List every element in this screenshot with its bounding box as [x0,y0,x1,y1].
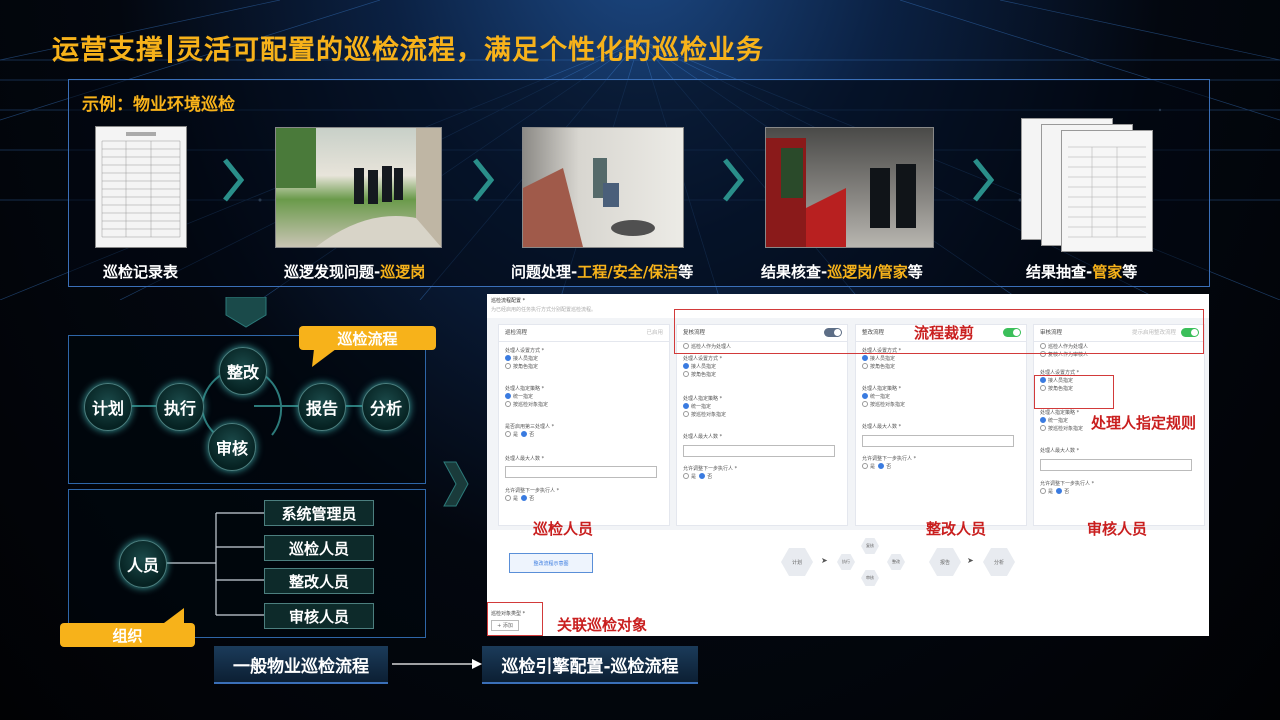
rectify-flow-card: 整改流程 处理人设置方式 * 接人员指定 按角色指定 处理人指定策略 * 统一指定 按巡… [855,324,1027,526]
flow-callout: 巡检流程 [299,326,436,350]
step-caption-1: 巡检记录表 [103,263,179,281]
record-sheet-image [95,126,187,248]
example-label: 示例：物业环境巡检 [82,95,235,115]
inspection-flow-card: 巡检流程 已启用 处理人设置方式 * 接人员指定 按角色指定 处理人指定策略 * 统一指… [498,324,670,526]
annotation-rule: 处理人指定规则 [1091,412,1197,433]
sample-check-sheets [1021,118,1156,254]
flow-node-execute: 执行 [156,383,204,431]
chevron-right-icon [723,158,744,202]
annotation-rectifier: 整改人员 [926,520,987,538]
role-inspector: 巡检人员 [264,535,374,561]
engine-config-button: 巡检引擎配置-巡检流程 [482,646,698,684]
flow-node-analyze: 分析 [362,383,410,431]
recheck-flow-card: 复核流程 巡检人作为处理人 处理人设置方式 * 接人员指定 按角色指定 处理人指定策… [676,324,848,526]
general-process-button: 一般物业巡检流程 [214,646,388,684]
annotation-auditor: 审核人员 [1087,520,1148,538]
flow-node-plan: 计划 [84,383,132,431]
chevron-right-icon [973,158,994,202]
title-left: 运营支撑 [52,35,164,66]
annotation-inspector: 巡检人员 [533,520,594,538]
repair-photo [522,127,684,248]
step-caption-3: 问题处理-工程/安全/保洁等 [511,263,694,281]
config-page-hint: 为已经启用的任务执行方式分别配置巡检流程。 [491,307,597,313]
arrow-right-icon: ➤ [967,556,974,565]
org-center-node: 人员 [119,540,167,588]
arrow-right-icon [392,659,482,669]
annotation-object: 关联巡检对象 [557,616,648,634]
step-caption-2: 巡逻发现问题-巡逻岗 [284,263,426,281]
org-callout: 组织 [60,623,195,647]
object-highlight-box [487,602,543,636]
chevron-right-icon [223,158,244,202]
callout-tail [160,608,184,626]
callout-tail [312,349,336,367]
patrol-photo [275,127,442,248]
role-system-admin: 系统管理员 [264,500,374,526]
title-separator [168,35,172,63]
rule-highlight-box [1034,375,1114,409]
flow-node-report: 报告 [298,383,346,431]
chevron-right-icon [443,461,469,507]
page-title: 运营支撑 灵活可配置的巡检流程，满足个性化的巡检业务 [52,28,764,67]
step-caption-5: 结果抽查-管家等 [1026,263,1138,281]
role-rectifier: 整改人员 [264,568,374,594]
role-auditor: 审核人员 [264,603,374,629]
chevron-right-icon [473,158,494,202]
config-page-title: 巡检流程配置 * [491,298,526,304]
flow-diagram-button[interactable]: 整改流程示意图 [509,553,593,573]
slide: 运营支撑 灵活可配置的巡检流程，满足个性化的巡检业务 示例：物业环境巡检 巡检记录… [0,0,1280,720]
step-caption-4: 结果核查-巡逻岗/管家等 [761,263,923,281]
check-photo [765,127,934,248]
arrow-right-icon: ➤ [821,556,828,565]
arrow-down-icon [225,297,267,328]
flow-node-rectify: 整改 [219,347,267,395]
flow-node-review: 审核 [208,423,256,471]
annotation-trim: 流程裁剪 [914,324,975,342]
title-right: 灵活可配置的巡检流程，满足个性化的巡检业务 [176,35,764,66]
